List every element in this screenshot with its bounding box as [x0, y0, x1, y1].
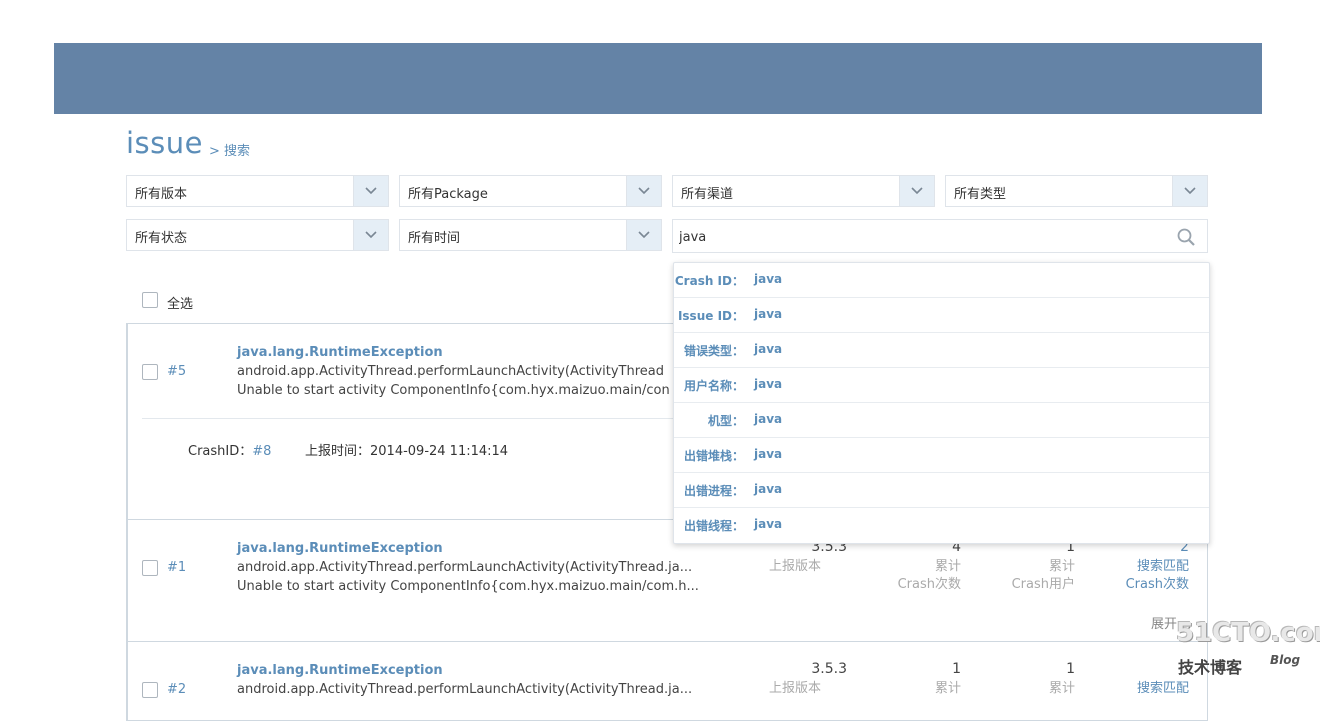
status-select-value: 所有状态 [135, 231, 188, 246]
crash-users-value: 1 [1066, 661, 1075, 677]
header-banner [54, 43, 1262, 114]
watermark-logo: 51CTO.com [1176, 618, 1320, 648]
suggestion-value: java [754, 517, 783, 531]
suggestion-value: java [754, 307, 783, 321]
select-all-checkbox[interactable] [142, 292, 158, 308]
version-value: 3.5.3 [811, 661, 847, 677]
status-select[interactable]: 所有状态 [126, 219, 389, 251]
suggestion-process[interactable]: 出错进程： java [674, 473, 1209, 508]
suggestion-value: java [754, 342, 783, 356]
suggestion-key: 机型： [707, 414, 744, 428]
breadcrumb[interactable]: > 搜索 [209, 140, 250, 159]
crash-total-label: 累计 [934, 681, 961, 696]
issue-number[interactable]: #5 [167, 364, 186, 379]
select-all-label: 全选 [167, 297, 194, 312]
matched-label[interactable]: 搜索匹配 Crash次数 [1126, 558, 1189, 594]
time-select-value: 所有时间 [408, 231, 461, 246]
crash-total-label: 累计 Crash次数 [898, 558, 961, 594]
search-box[interactable] [672, 219, 1208, 253]
crash-id: CrashID：#8 [188, 440, 271, 459]
issue-card[interactable]: #2 java.lang.RuntimeException android.ap… [126, 641, 1208, 721]
suggestion-key: 出错进程： [683, 484, 744, 498]
suggestion-key: 错误类型： [683, 344, 744, 358]
matched-label-1: 搜索匹配 [1136, 559, 1189, 574]
chevron-down-icon[interactable] [353, 220, 388, 250]
chevron-down-icon[interactable] [626, 176, 661, 206]
version-label: 上报版本 [768, 681, 821, 696]
exception-title[interactable]: java.lang.RuntimeException [237, 541, 443, 556]
suggestion-user-name[interactable]: 用户名称： java [674, 368, 1209, 403]
crash-id-link[interactable]: #8 [252, 444, 271, 459]
suggestion-issue-id[interactable]: Issue ID： java [674, 298, 1209, 333]
chevron-down-icon[interactable] [899, 176, 934, 206]
type-select[interactable]: 所有类型 [945, 175, 1208, 207]
search-suggestions-dropdown: Crash ID： java Issue ID： java 错误类型： java… [673, 262, 1210, 544]
suggestion-value: java [754, 272, 783, 286]
suggestion-value: java [754, 447, 783, 461]
divider [142, 418, 682, 419]
suggestion-key: 用户名称： [683, 379, 744, 393]
suggestion-thread[interactable]: 出错线程： java [674, 508, 1209, 543]
version-label: 上报版本 [768, 559, 821, 574]
message-line: Unable to start activity ComponentInfo{c… [237, 383, 670, 398]
watermark-blog: Blog [1270, 653, 1301, 667]
channel-select-value: 所有渠道 [681, 187, 734, 202]
issue-checkbox[interactable] [142, 364, 158, 380]
issue-number[interactable]: #1 [167, 560, 186, 575]
crash-users-label: 累计 [1048, 681, 1075, 696]
suggestion-crash-id[interactable]: Crash ID： java [674, 263, 1209, 298]
crash-users-label-1: 累计 [1048, 559, 1075, 574]
stack-line: android.app.ActivityThread.performLaunch… [237, 560, 693, 575]
suggestion-key: 出错线程： [683, 519, 744, 533]
chevron-down-icon[interactable] [626, 220, 661, 250]
crash-total-value: 1 [952, 661, 961, 677]
crash-users-label-2: Crash用户 [1011, 577, 1075, 592]
exception-title[interactable]: java.lang.RuntimeException [237, 663, 443, 678]
stack-line: android.app.ActivityThread.performLaunch… [237, 682, 693, 697]
expand-button[interactable]: 展开 [1151, 613, 1177, 632]
suggestion-value: java [754, 482, 783, 496]
stack-line: android.app.ActivityThread.performLaunch… [237, 364, 665, 379]
suggestion-key: Issue ID： [677, 309, 744, 323]
time-select[interactable]: 所有时间 [399, 219, 662, 251]
report-time: 上报时间：2014-09-24 11:14:14 [305, 444, 509, 459]
matched-label[interactable]: 搜索匹配 [1137, 680, 1189, 698]
channel-select[interactable]: 所有渠道 [672, 175, 935, 207]
message-line: Unable to start activity ComponentInfo{c… [237, 579, 699, 594]
search-input[interactable] [677, 226, 1161, 248]
watermark-subtitle: 技术博客 [1178, 658, 1243, 677]
suggestion-device-model[interactable]: 机型： java [674, 403, 1209, 438]
suggestion-value: java [754, 377, 783, 391]
issue-checkbox[interactable] [142, 682, 158, 698]
version-select[interactable]: 所有版本 [126, 175, 389, 207]
search-icon[interactable] [1177, 228, 1195, 250]
suggestion-stack[interactable]: 出错堆栈： java [674, 438, 1209, 473]
crash-id-label: CrashID： [188, 444, 253, 459]
exception-title[interactable]: java.lang.RuntimeException [237, 345, 443, 360]
issue-checkbox[interactable] [142, 560, 158, 576]
suggestion-value: java [754, 412, 783, 426]
crash-users-label: 累计 Crash用户 [1012, 558, 1075, 594]
package-select-value: 所有Package [408, 187, 488, 202]
version-select-value: 所有版本 [135, 187, 188, 202]
suggestion-key: 出错堆栈： [683, 449, 744, 463]
page-title: issue [126, 126, 203, 160]
package-select[interactable]: 所有Package [399, 175, 662, 207]
crash-total-label-2: Crash次数 [897, 577, 961, 592]
suggestion-key: Crash ID： [674, 274, 744, 288]
matched-label-2: Crash次数 [1125, 577, 1189, 592]
chevron-down-icon[interactable] [1172, 176, 1207, 206]
issue-number[interactable]: #2 [167, 682, 186, 697]
crash-total-label-1: 累计 [934, 559, 961, 574]
chevron-down-icon[interactable] [353, 176, 388, 206]
suggestion-error-type[interactable]: 错误类型： java [674, 333, 1209, 368]
type-select-value: 所有类型 [954, 187, 1007, 202]
